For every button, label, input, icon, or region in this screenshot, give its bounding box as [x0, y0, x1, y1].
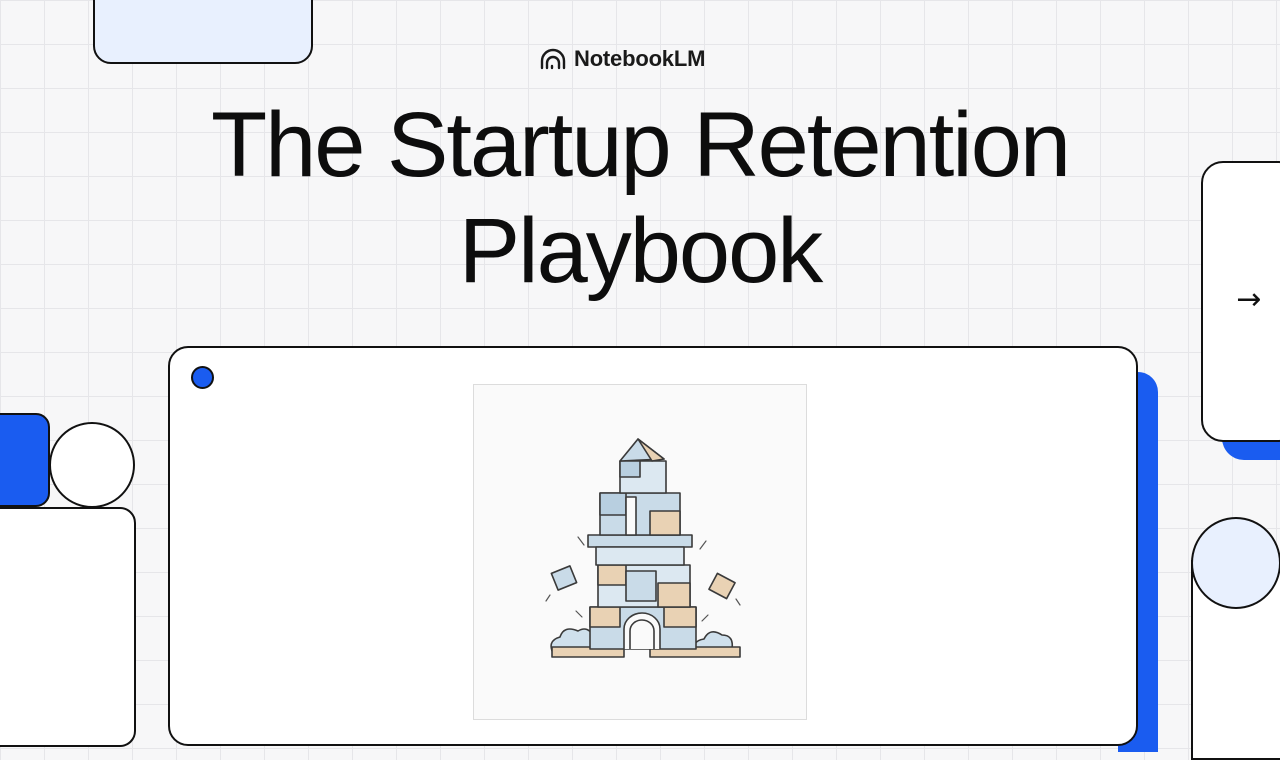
title-line-2: Playbook	[458, 200, 823, 302]
brand-name: NotebookLM	[574, 46, 706, 71]
notebooklm-logo-icon	[540, 48, 566, 70]
title-line-1: The Startup Retention	[210, 94, 1071, 196]
previous-slide-card[interactable]	[0, 507, 136, 747]
brand-header: NotebookLM	[540, 42, 740, 76]
decorative-left-circle	[49, 422, 135, 508]
status-dot-icon	[191, 366, 214, 389]
decorative-right-circle	[1191, 517, 1280, 609]
arrow-right-icon[interactable]: →	[1231, 280, 1267, 320]
decorative-left-blue-block	[0, 413, 50, 507]
decorative-top-card	[93, 0, 313, 64]
illustration-frame	[473, 384, 807, 720]
crumbling-block-tower-illustration	[545, 438, 741, 658]
page-title: The Startup Retention Playbook	[100, 92, 1180, 304]
